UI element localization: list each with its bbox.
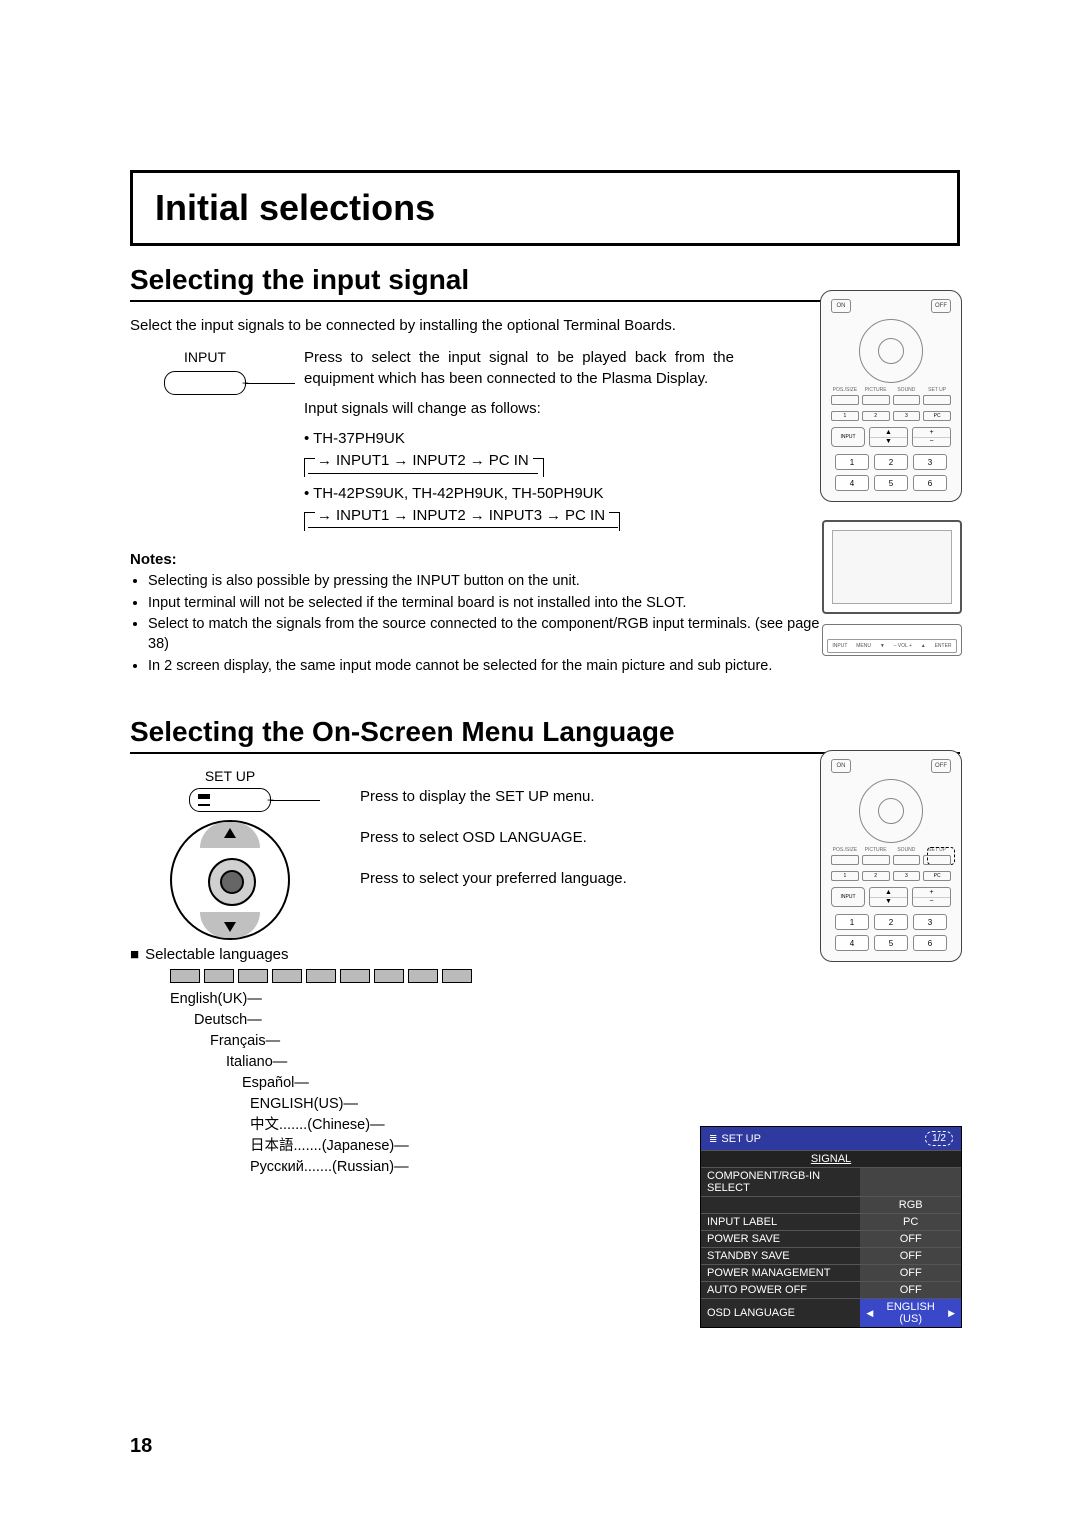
note-item: Select to match the signals from the sou… [148,615,828,654]
menu-icon: ≣ [709,1134,717,1145]
remote-input-button: INPUT [831,427,865,447]
osd-signal: SIGNAL [701,1151,961,1168]
osd-selected-row: OSD LANGUAGE ◀ENGLISH (US)▶ [701,1299,961,1328]
seq-b: → INPUT1 → INPUT2 → INPUT3 → PC IN [304,506,734,528]
display-unit-illustration: INPUT MENU ▼ – VOL + ▲ ENTER [822,520,962,670]
lang-item: Deutsch — [170,1010,960,1031]
input-button-label: INPUT [184,348,226,367]
lang-item: English(UK) — [170,989,960,1010]
page-title: Initial selections [155,187,935,229]
note-item: In 2 screen display, the same input mode… [148,657,828,677]
plasma-base-icon: INPUT MENU ▼ – VOL + ▲ ENTER [822,624,962,656]
input-button-col: INPUT + [130,348,280,395]
osd-menu: ≣SET UP 1/2 SIGNAL COMPONENT/RGB-IN SELE… [700,1126,962,1328]
model-b: • TH-42PS9UK, TH-42PH9UK, TH-50PH9UK [304,484,734,504]
input-button-icon: + [164,371,246,395]
section2-heading: Selecting the On-Screen Menu Language [130,716,960,748]
lang-item: Français — [170,1031,960,1052]
input-desc: Press to select the input signal to be p… [304,348,734,389]
remote-wheel-icon [859,779,923,843]
setup-button-label: SET UP [205,768,255,784]
remote-wheel-icon [859,319,923,383]
lang-item: Español — [170,1073,960,1094]
plasma-screen-icon [822,520,962,614]
lang-swatches [170,969,960,983]
down-arrow-icon [224,922,236,932]
note-item: Input terminal will not be selected if t… [148,594,828,614]
remote-illustration-bottom: ONOFF POS./SIZEPICTURESOUNDSET UP 123PC … [820,750,962,962]
notes-list: Selecting is also possible by pressing t… [130,572,828,676]
osd-page-indicator: 1/2 [925,1131,953,1146]
lang-item: Italiano — [170,1052,960,1073]
seq-a: → INPUT1 → INPUT2 → PC IN [304,451,734,473]
lang-item: ENGLISH(US) — [170,1094,960,1115]
page-number: 18 [130,1435,152,1458]
setup-col: SET UP + [130,768,330,940]
right-arrow-icon: ▶ [948,1308,955,1319]
nav-wheel-icon [170,820,290,940]
setup-button-icon: + [189,788,271,812]
osd-title-bar: ≣SET UP 1/2 [701,1127,961,1150]
change-intro: Input signals will change as follows: [304,399,734,419]
input-desc-col: Press to select the input signal to be p… [304,348,734,538]
up-arrow-icon [224,828,236,838]
page-title-box: Initial selections [130,170,960,246]
model-a: • TH-37PH9UK [304,429,734,449]
remote-illustration-top: ONOFF POS./SIZEPICTURESOUNDSET UP 123PC … [820,290,962,502]
note-item: Selecting is also possible by pressing t… [148,572,828,592]
left-arrow-icon: ◀ [866,1308,873,1319]
